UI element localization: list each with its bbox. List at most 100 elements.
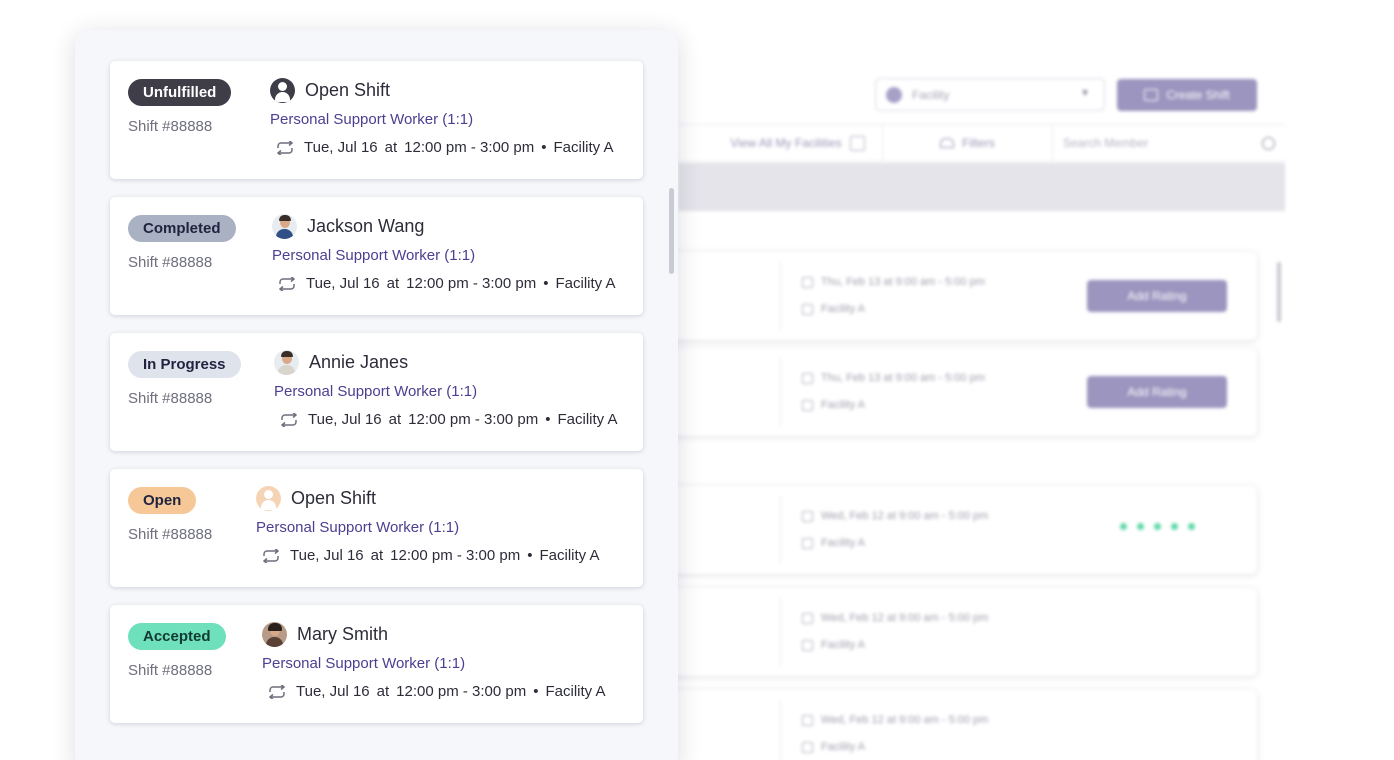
shift-facility: Facility A [553,139,614,156]
shift-card-accepted[interactable]: Accepted Shift #88888 Mary Smith Persona… [110,605,643,723]
row-date-text: Thu, Feb 13 at 9:00 am - 5:00 pm [821,276,985,288]
shift-schedule: Tue, Jul 16 at 12:00 pm - 3:00 pm • Facility… [279,411,618,428]
row-date: Thu, Feb 13 at 9:00 am - 5:00 pm [802,372,985,384]
shift-number: Shift #88888 [128,254,213,271]
row-date-text: Wed, Feb 12 at 9:00 am - 5:00 pm [821,510,989,522]
shift-schedule: Tue, Jul 16 at 12:00 pm - 3:00 pm • Facility… [277,275,616,292]
row-facility: Facility A [802,399,865,411]
star-icon [1188,523,1195,530]
star-icon [1120,523,1127,530]
shift-date: Tue, Jul 16 [290,547,364,564]
row-facility-text: Facility A [821,741,866,753]
building-icon [802,399,813,411]
background-scrollbar[interactable] [1277,262,1281,322]
shift-time: 12:00 pm - 3:00 pm [408,411,539,428]
add-rating-button[interactable]: Add Rating [1087,280,1227,312]
calendar-plus-icon [1144,89,1159,101]
at-text: at [388,411,402,428]
view-all-facilities[interactable]: View All My Facilities [678,125,883,161]
panel-scrollbar[interactable] [669,188,674,274]
role-link[interactable]: Personal Support Worker (1:1) [274,383,477,400]
building-icon [802,537,813,549]
row-divider [780,262,781,330]
shift-facility: Facility A [539,547,600,564]
separator-dot: • [541,139,547,156]
role-link[interactable]: Personal Support Worker (1:1) [256,519,459,536]
separator-dot: • [527,547,533,564]
shift-facility: Facility A [555,275,616,292]
row-facility: Facility A [802,741,865,753]
shift-row[interactable]: Wed, Feb 12 at 9:00 am - 5:00 pm Facilit… [640,690,1257,760]
separator-dot: • [545,411,551,428]
shift-card-open[interactable]: Open Shift #88888 Open Shift Personal Su… [110,469,643,587]
building-icon [802,639,813,651]
row-facility-text: Facility A [821,399,866,411]
view-all-label: View All My Facilities [730,136,842,150]
repeat-icon [268,684,286,699]
row-divider [780,496,781,564]
annie-janes-avatar [274,350,299,375]
shift-row[interactable]: Thu, Feb 13 at 9:00 am - 5:00 pm Facilit… [640,252,1257,340]
status-badge: Accepted [128,623,226,650]
shift-row[interactable]: Wed, Feb 12 at 9:00 am - 5:00 pm Facilit… [640,588,1257,676]
view-all-checkbox[interactable] [849,135,865,151]
calendar-icon [802,714,813,726]
repeat-icon [280,412,298,427]
shift-schedule: Tue, Jul 16 at 12:00 pm - 3:00 pm • Facility… [261,547,600,564]
facility-select[interactable]: Facility ▼ [875,78,1105,111]
jackson-wang-avatar [272,214,297,239]
row-facility-text: Facility A [821,303,866,315]
filter-icon [940,138,955,148]
row-facility-text: Facility A [821,639,866,651]
at-text: at [386,275,400,292]
status-badge: In Progress [128,351,241,378]
shift-time: 12:00 pm - 3:00 pm [390,547,521,564]
row-date-text: Thu, Feb 13 at 9:00 am - 5:00 pm [821,372,985,384]
create-shift-button[interactable]: Create Shift [1117,79,1257,111]
assignee: Mary Smith [262,622,388,647]
generic-user-icon [270,78,295,103]
row-divider [780,598,781,666]
shift-date: Tue, Jul 16 [308,411,382,428]
calendar-icon [802,510,813,522]
shift-row[interactable]: Thu, Feb 13 at 9:00 am - 5:00 pm Facilit… [640,348,1257,436]
at-text: at [376,683,390,700]
row-date-text: Wed, Feb 12 at 9:00 am - 5:00 pm [821,714,989,726]
shift-time: 12:00 pm - 3:00 pm [396,683,527,700]
role-link[interactable]: Personal Support Worker (1:1) [270,111,473,128]
star-icon [1171,523,1178,530]
shift-number: Shift #88888 [128,118,213,135]
row-facility: Facility A [802,639,865,651]
row-date-text: Wed, Feb 12 at 9:00 am - 5:00 pm [821,612,989,624]
filters-button[interactable]: Filters [883,125,1053,161]
search-member-input[interactable]: Search Member [1053,125,1285,161]
at-text: at [370,547,384,564]
shift-number: Shift #88888 [128,526,213,543]
shift-time: 12:00 pm - 3:00 pm [406,275,537,292]
shift-facility: Facility A [557,411,618,428]
role-link[interactable]: Personal Support Worker (1:1) [272,247,475,264]
shift-row[interactable]: Wed, Feb 12 at 9:00 am - 5:00 pm Facilit… [640,486,1257,574]
row-date: Wed, Feb 12 at 9:00 am - 5:00 pm [802,612,988,624]
assignee-name: Open Shift [291,488,377,508]
mary-smith-avatar [262,622,287,647]
stage: Facility ▼ Create Shift View All My Faci… [0,0,1394,760]
separator-dot: • [533,683,539,700]
shift-facility: Facility A [545,683,606,700]
shift-card-completed[interactable]: Completed Shift #88888 Jackson Wang Pers… [110,197,643,315]
status-badge: Unfulfilled [128,79,232,106]
search-placeholder: Search Member [1063,136,1149,150]
role-link[interactable]: Personal Support Worker (1:1) [262,655,465,672]
add-rating-button[interactable]: Add Rating [1087,376,1227,408]
rating-stars [1120,523,1195,530]
table-header-band [678,163,1285,211]
filters-label: Filters [962,136,995,150]
shift-card-in-progress[interactable]: In Progress Shift #88888 Annie Janes Per… [110,333,643,451]
search-icon[interactable] [1262,136,1275,150]
row-facility: Facility A [802,303,865,315]
star-icon [1154,523,1161,530]
row-date: Wed, Feb 12 at 9:00 am - 5:00 pm [802,510,988,522]
row-divider [780,358,781,426]
shift-card-unfulfilled[interactable]: Unfulfilled Shift #88888 Open Shift Pers… [110,61,643,179]
calendar-icon [802,276,813,288]
